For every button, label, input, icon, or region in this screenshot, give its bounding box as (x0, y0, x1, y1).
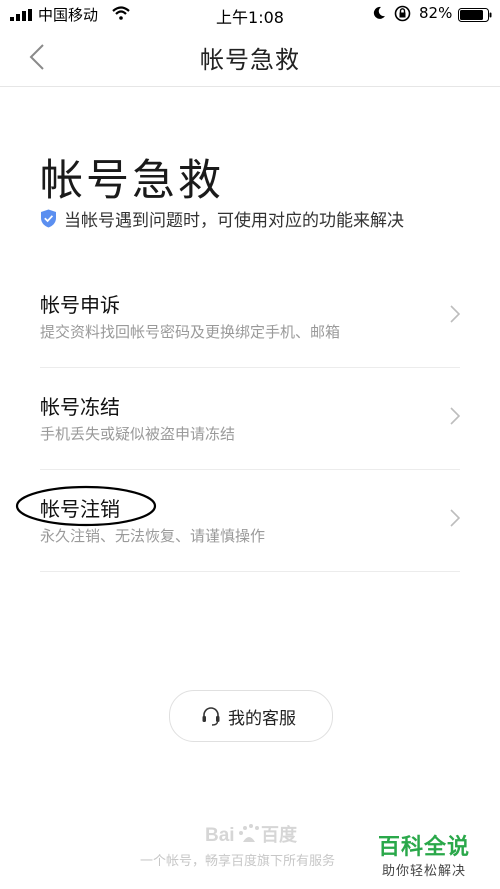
moon-icon (373, 6, 385, 19)
item-description: 提交资料找回帐号密码及更换绑定手机、邮箱 (40, 323, 341, 341)
page-title: 帐号急救 (200, 46, 300, 74)
orientation-lock-icon (394, 5, 411, 22)
my-service-button[interactable]: 我的客服 (169, 690, 333, 742)
footer-tagline: 一个帐号，畅享百度旗下所有服务 (140, 854, 336, 869)
watermark-subtitle: 助你轻松解决 (382, 864, 467, 879)
status-bar: 中国移动 上午1:08 82% (0, 0, 500, 30)
my-service-label: 我的客服 (228, 709, 296, 729)
nav-bar: 帐号急救 (0, 30, 500, 87)
svg-text:Bai: Bai (205, 825, 235, 846)
item-title: 帐号申诉 (40, 293, 120, 317)
item-account-freeze[interactable]: 帐号冻结 手机丢失或疑似被盗申请冻结 (40, 367, 460, 470)
hero-title: 帐号急救 (40, 156, 224, 206)
item-account-appeal[interactable]: 帐号申诉 提交资料找回帐号密码及更换绑定手机、邮箱 (40, 265, 460, 368)
battery-percent: 82% (419, 4, 453, 22)
watermark-title: 百科全说 (378, 835, 471, 860)
battery-icon (458, 8, 492, 22)
item-description: 手机丢失或疑似被盗申请冻结 (40, 425, 236, 443)
svg-text:百度: 百度 (261, 824, 298, 846)
hero-subtitle: 当帐号遇到问题时，可使用对应的功能来解决 (64, 211, 404, 231)
highlight-oval (15, 485, 157, 527)
item-description: 永久注销、无法恢复、请谨慎操作 (40, 527, 266, 545)
chevron-right-icon (450, 407, 460, 425)
headset-icon (202, 707, 220, 726)
item-title: 帐号冻结 (40, 395, 120, 419)
shield-check-icon (41, 209, 56, 228)
chevron-right-icon (450, 509, 460, 527)
baidu-logo: Bai 百度 (205, 824, 298, 846)
chevron-right-icon (450, 305, 460, 323)
